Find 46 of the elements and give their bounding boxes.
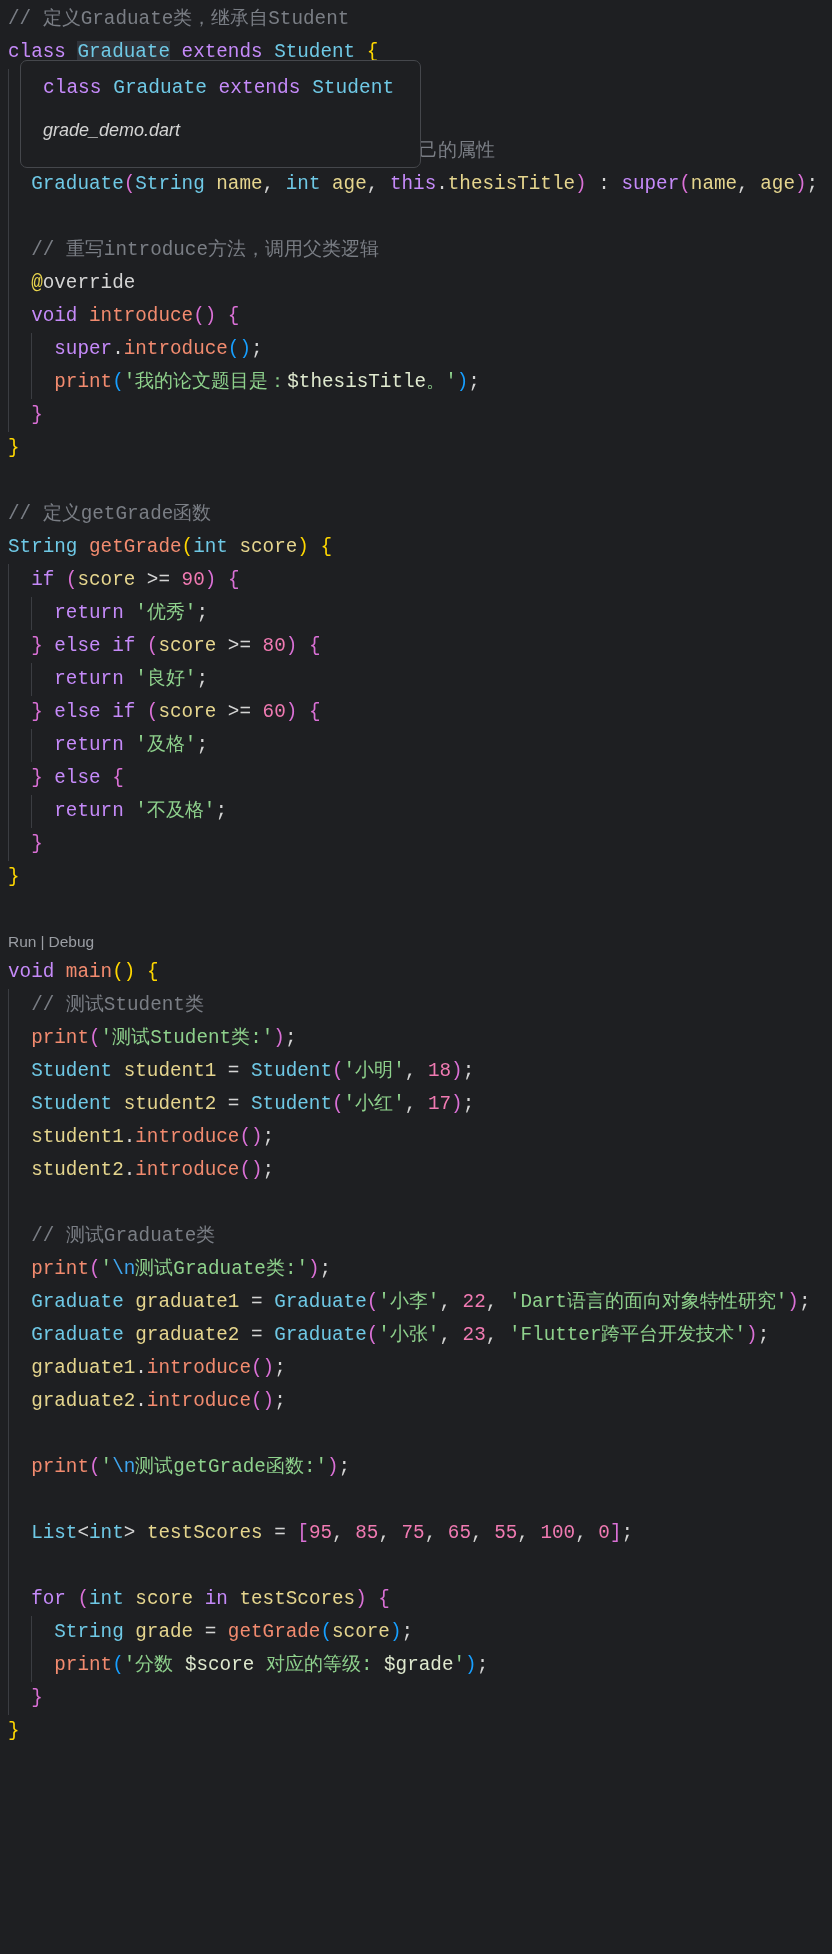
codelens-link[interactable]: Run [8, 927, 37, 956]
codelens-link[interactable]: Debug [48, 927, 95, 956]
code-line: student1.introduce(); [31, 1126, 275, 1148]
code-line: } else if (score >= 80) { [31, 635, 321, 657]
code-line: print('我的论文题目是：$thesisTitle。'); [54, 371, 480, 393]
code-line: Student student2 = Student('小红', 17); [31, 1093, 475, 1115]
code-line: } [8, 437, 20, 459]
code-line: return '不及格'; [54, 800, 227, 822]
code-line: Graduate graduate1 = Graduate('小李', 22, 'Dart语言的面向对象特性研究'); [31, 1291, 811, 1313]
code-line: Graduate(String name, int age, this.thesisTitle) : super(name, age); [31, 173, 819, 195]
signature-text: class Graduate extends Student [43, 76, 395, 101]
code-line: print('测试Student类:'); [31, 1027, 297, 1049]
code-line: return '及格'; [54, 734, 208, 756]
code-line: } else { [31, 767, 124, 789]
code-line: void main() { [8, 961, 159, 983]
code-line: return '优秀'; [54, 602, 208, 624]
code-line: graduate1.introduce(); [31, 1357, 286, 1379]
code-line: } [8, 1720, 20, 1742]
code-comment: // 定义Graduate类，继承自Student [8, 8, 350, 30]
code-line: String grade = getGrade(score); [54, 1621, 414, 1643]
code-line: } [31, 404, 43, 426]
code-line: } [8, 866, 20, 888]
code-line: print('分数 $score 对应的等级: $grade'); [54, 1654, 489, 1676]
code-comment: // 测试Graduate类 [31, 1225, 216, 1247]
code-line: } [31, 1687, 43, 1709]
code-comment: // 重写introduce方法，调用父类逻辑 [31, 239, 379, 261]
code-line: } else if (score >= 60) { [31, 701, 321, 723]
separator-text: | [40, 932, 45, 952]
code-line: return '良好'; [54, 668, 208, 690]
code-line: graduate2.introduce(); [31, 1390, 286, 1412]
code-comment: // 定义getGrade函数 [8, 503, 212, 525]
code-line: void introduce() { [31, 305, 240, 327]
code-line: print('\n测试getGrade函数:'); [31, 1456, 351, 1478]
code-comment: // 测试Student类 [31, 994, 204, 1016]
code-line: student2.introduce(); [31, 1159, 275, 1181]
code-line: } [31, 833, 43, 855]
code-line: super.introduce(); [54, 338, 263, 360]
code-line: @override [31, 272, 136, 294]
code-line: if (score >= 90) { [31, 569, 240, 591]
file-name: grade_demo.dart [43, 119, 181, 142]
code-line: List<int> testScores = [95, 85, 75, 65, 55, 100, 0]; [31, 1522, 634, 1544]
code-line: Student student1 = Student('小明', 18); [31, 1060, 475, 1082]
code-line: Graduate graduate2 = Graduate('小张', 23, 'Flutter跨平台开发技术'); [31, 1324, 770, 1346]
code-line: print('\n测试Graduate类:'); [31, 1258, 332, 1280]
code-line: for (int score in testScores) { [31, 1588, 390, 1610]
code-line: String getGrade(int score) { [8, 536, 333, 558]
